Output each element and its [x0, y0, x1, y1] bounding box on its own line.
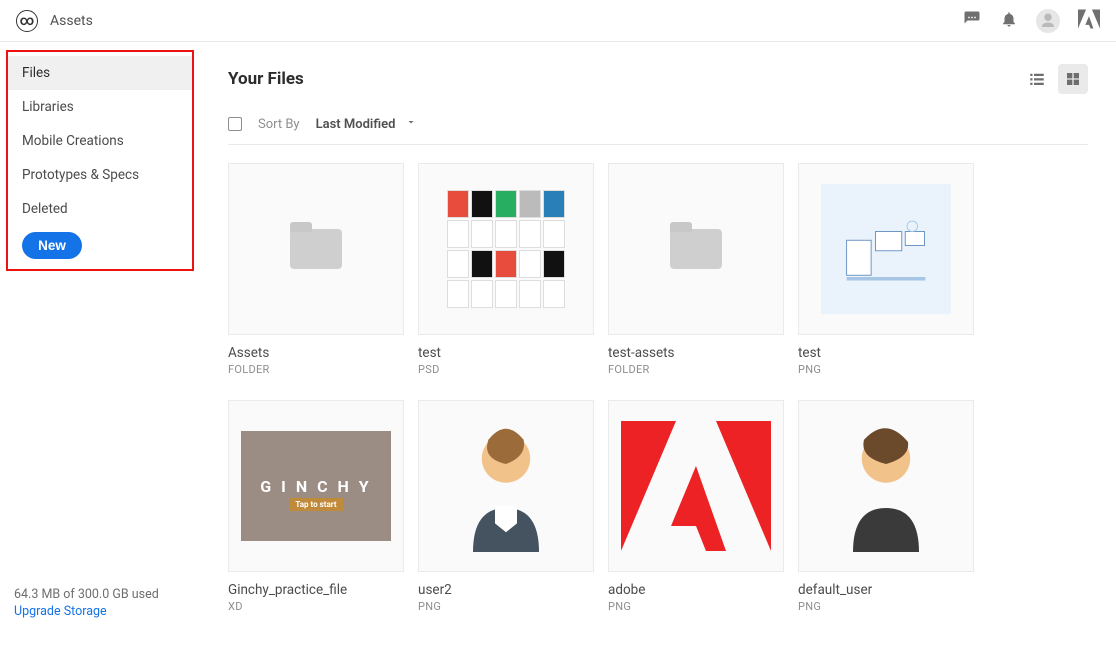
sidebar-item-prototypes-specs[interactable]: Prototypes & Specs	[8, 158, 192, 192]
sidebar-item-deleted[interactable]: Deleted	[8, 192, 192, 226]
file-type: PNG	[798, 363, 974, 376]
sidebar-item-label: Deleted	[22, 201, 68, 217]
file-type: PNG	[608, 600, 784, 613]
file-card[interactable]: test-assets FOLDER	[608, 163, 784, 376]
list-view-button[interactable]	[1022, 64, 1052, 94]
file-name: Assets	[228, 345, 404, 361]
sidebar: Files Libraries Mobile Creations Prototy…	[0, 42, 200, 649]
file-card[interactable]: Assets FOLDER	[228, 163, 404, 376]
top-bar: ∞ Assets	[0, 0, 1116, 42]
topbar-actions	[962, 9, 1100, 33]
file-name: default_user	[798, 582, 974, 598]
user-avatar[interactable]	[1036, 9, 1060, 33]
folder-thumbnail	[228, 163, 404, 335]
sort-value-text: Last Modified	[316, 117, 396, 132]
file-name: test-assets	[608, 345, 784, 361]
file-type: PNG	[418, 600, 594, 613]
user-thumbnail	[418, 400, 594, 572]
sidebar-item-files[interactable]: Files	[8, 56, 192, 90]
file-card[interactable]: adobe PNG	[608, 400, 784, 613]
user-thumbnail	[798, 400, 974, 572]
file-card[interactable]: user2 PNG	[418, 400, 594, 613]
file-card[interactable]: default_user PNG	[798, 400, 974, 613]
file-type: FOLDER	[608, 363, 784, 376]
file-name: test	[418, 345, 594, 361]
file-name: test	[798, 345, 974, 361]
sidebar-nav-highlight: Files Libraries Mobile Creations Prototy…	[6, 50, 194, 271]
file-name: adobe	[608, 582, 784, 598]
select-all-checkbox[interactable]	[228, 117, 242, 131]
file-type: XD	[228, 600, 404, 613]
creative-cloud-icon: ∞	[16, 10, 38, 32]
notification-bell-icon[interactable]	[1000, 9, 1018, 33]
psd-thumbnail	[418, 163, 594, 335]
app-title: Assets	[50, 13, 93, 29]
file-type: PNG	[798, 600, 974, 613]
sort-by-label: Sort By	[258, 117, 300, 132]
adobe-logo-thumbnail	[608, 400, 784, 572]
brand: ∞ Assets	[16, 10, 93, 32]
file-type: FOLDER	[228, 363, 404, 376]
new-button[interactable]: New	[22, 232, 82, 259]
file-card[interactable]: G I N C H YTap to start Ginchy_practice_…	[228, 400, 404, 613]
sidebar-item-label: Libraries	[22, 99, 74, 115]
page-title: Your Files	[228, 69, 304, 89]
sort-by-dropdown[interactable]: Last Modified	[316, 116, 418, 132]
folder-thumbnail	[608, 163, 784, 335]
grid-view-button[interactable]	[1058, 64, 1088, 94]
sidebar-item-label: Files	[22, 65, 50, 81]
file-card[interactable]: test PSD	[418, 163, 594, 376]
xd-thumbnail: G I N C H YTap to start	[228, 400, 404, 572]
file-name: Ginchy_practice_file	[228, 582, 404, 598]
sidebar-item-mobile-creations[interactable]: Mobile Creations	[8, 124, 192, 158]
upgrade-storage-link[interactable]: Upgrade Storage	[14, 604, 186, 619]
sidebar-item-label: Prototypes & Specs	[22, 167, 139, 183]
sidebar-item-label: Mobile Creations	[22, 133, 124, 149]
adobe-logo-icon[interactable]	[1078, 9, 1100, 33]
file-card[interactable]: test PNG	[798, 163, 974, 376]
chevron-down-icon	[405, 116, 417, 132]
sidebar-item-libraries[interactable]: Libraries	[8, 90, 192, 124]
storage-usage-text: 64.3 MB of 300.0 GB used	[14, 587, 186, 602]
main-content: Your Files Sort By Last Modified Assets …	[200, 42, 1116, 649]
comments-icon[interactable]	[962, 10, 982, 32]
file-name: user2	[418, 582, 594, 598]
illustration-thumbnail	[798, 163, 974, 335]
file-type: PSD	[418, 363, 594, 376]
files-grid: Assets FOLDER test PSD test-assets	[228, 145, 1088, 649]
